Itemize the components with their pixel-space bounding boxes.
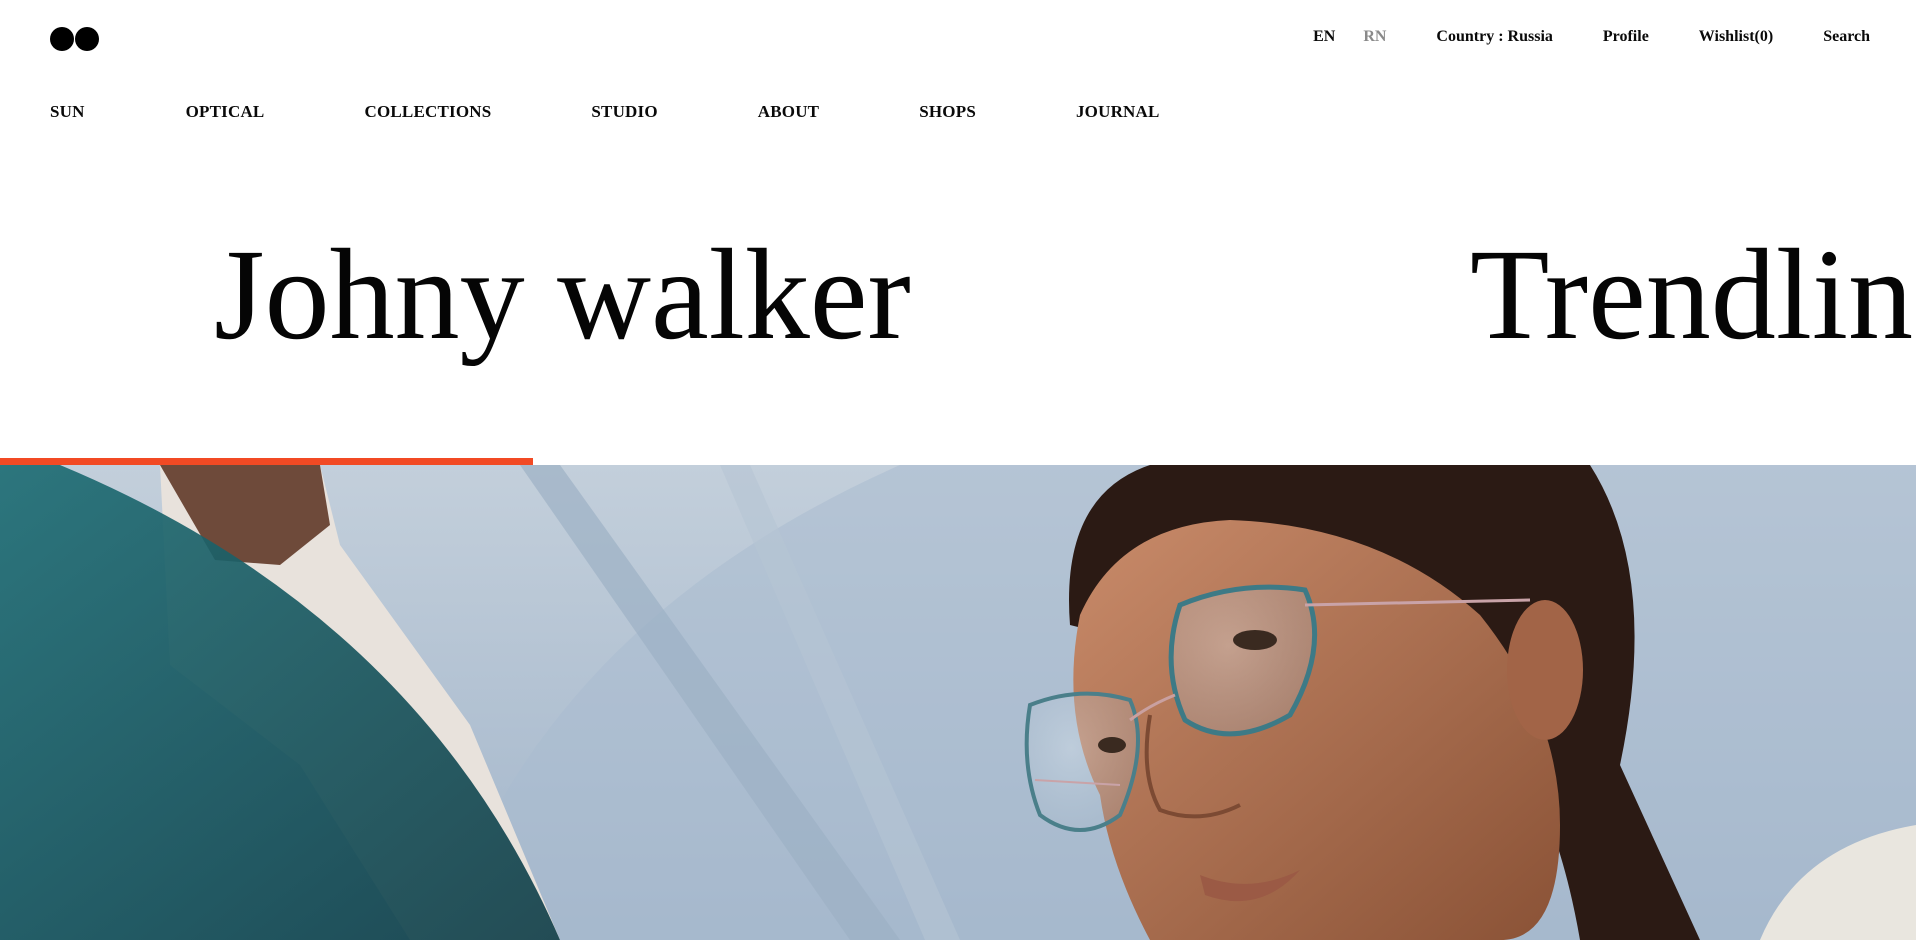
brand-logo[interactable] (50, 27, 99, 51)
profile-link[interactable]: Profile (1603, 28, 1649, 46)
search-link[interactable]: Search (1823, 28, 1870, 46)
nav-item-about[interactable]: ABOUT (758, 102, 819, 122)
slider-progress-bar (0, 458, 1916, 465)
hero-image (0, 465, 1916, 940)
language-en-link[interactable]: EN (1313, 28, 1335, 46)
nav-item-journal[interactable]: JOURNAL (1076, 102, 1160, 122)
main-nav: SUN OPTICAL COLLECTIONS STUDIO ABOUT SHO… (50, 102, 1160, 122)
nav-item-studio[interactable]: STUDIO (591, 102, 657, 122)
right-lens (1168, 584, 1318, 737)
left-lens (1024, 691, 1140, 832)
hero-illustration (0, 465, 1916, 940)
language-rn-link[interactable]: RN (1363, 28, 1386, 46)
nav-item-shops[interactable]: SHOPS (919, 102, 976, 122)
slider-progress-fill (0, 458, 533, 465)
wishlist-link[interactable]: Wishlist(0) (1699, 28, 1773, 46)
logo-left-circle (50, 27, 74, 51)
eye (1233, 630, 1277, 650)
utility-bar: EN RN Country : Russia Profile Wishlist(… (1313, 28, 1870, 46)
nav-item-collections[interactable]: COLLECTIONS (364, 102, 491, 122)
nav-item-optical[interactable]: OPTICAL (186, 102, 265, 122)
slide-title-current[interactable]: Johny walker (214, 230, 911, 360)
logo-right-circle (75, 27, 99, 51)
slide-title-next[interactable]: Trendlin (1470, 230, 1913, 360)
ear (1507, 600, 1583, 740)
country-selector[interactable]: Country : Russia (1436, 28, 1552, 46)
page: EN RN Country : Russia Profile Wishlist(… (0, 0, 1916, 940)
nav-item-sun[interactable]: SUN (50, 102, 85, 122)
left-eye (1098, 737, 1126, 753)
